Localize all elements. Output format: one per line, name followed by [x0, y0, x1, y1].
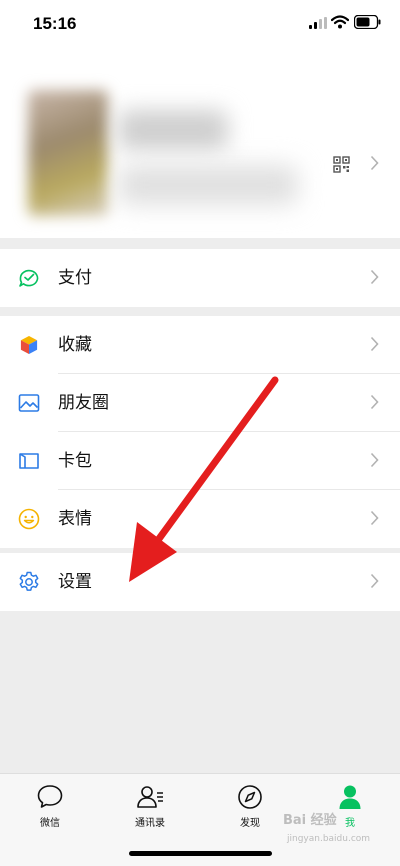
chevron-right-icon	[370, 336, 379, 352]
menu-item-label: 设置	[58, 572, 92, 592]
chevron-right-icon	[370, 394, 379, 410]
battery-icon	[354, 15, 381, 29]
menu-item-label: 收藏	[58, 335, 92, 355]
menu-item-label: 表情	[58, 509, 92, 529]
compass-icon	[238, 785, 262, 809]
contacts-icon	[137, 786, 163, 808]
watermark: Bai 经验	[283, 813, 337, 828]
chevron-right-icon	[370, 452, 379, 468]
moments-image-icon	[18, 394, 40, 412]
profile-id-blurred	[118, 165, 298, 205]
profile-header[interactable]	[0, 50, 400, 238]
home-indicator	[129, 851, 272, 856]
cellular-signal-icon	[309, 17, 327, 29]
chat-bubble-icon	[37, 785, 63, 808]
status-time: 15:16	[33, 14, 77, 33]
pay-icon	[19, 269, 39, 287]
menu-item-label: 支付	[58, 268, 92, 288]
menu-group-pay: 支付	[0, 249, 400, 307]
tab-discover[interactable]: 发现	[220, 784, 280, 829]
status-bar: 15:16	[0, 0, 400, 50]
menu-item-favorites[interactable]: 收藏	[0, 316, 400, 374]
watermark-sub: jingyan.baidu.com	[287, 834, 371, 844]
tab-contacts[interactable]: 通讯录	[120, 784, 180, 829]
wifi-icon	[331, 15, 349, 29]
menu-item-pay[interactable]: 支付	[0, 249, 400, 307]
chevron-right-icon	[370, 510, 379, 526]
avatar[interactable]	[28, 90, 108, 216]
chevron-right-icon	[370, 573, 379, 589]
tab-chats[interactable]: 微信	[20, 784, 80, 829]
menu-item-label: 卡包	[58, 451, 92, 471]
chevron-right-icon	[370, 269, 379, 285]
sticker-smiley-icon	[18, 508, 40, 530]
gear-icon	[19, 571, 39, 591]
menu-item-label: 朋友圈	[58, 393, 109, 413]
profile-name-blurred	[118, 110, 228, 150]
favorites-cube-icon	[20, 335, 38, 355]
tab-label: 通讯录	[135, 818, 165, 829]
me-person-icon	[339, 785, 361, 809]
tab-label: 微信	[40, 818, 60, 829]
chevron-right-icon	[370, 155, 379, 171]
tab-label: 发现	[240, 818, 260, 829]
annotation-arrow	[129, 376, 279, 582]
qr-code-icon[interactable]	[333, 156, 350, 173]
card-wallet-icon	[19, 453, 39, 469]
